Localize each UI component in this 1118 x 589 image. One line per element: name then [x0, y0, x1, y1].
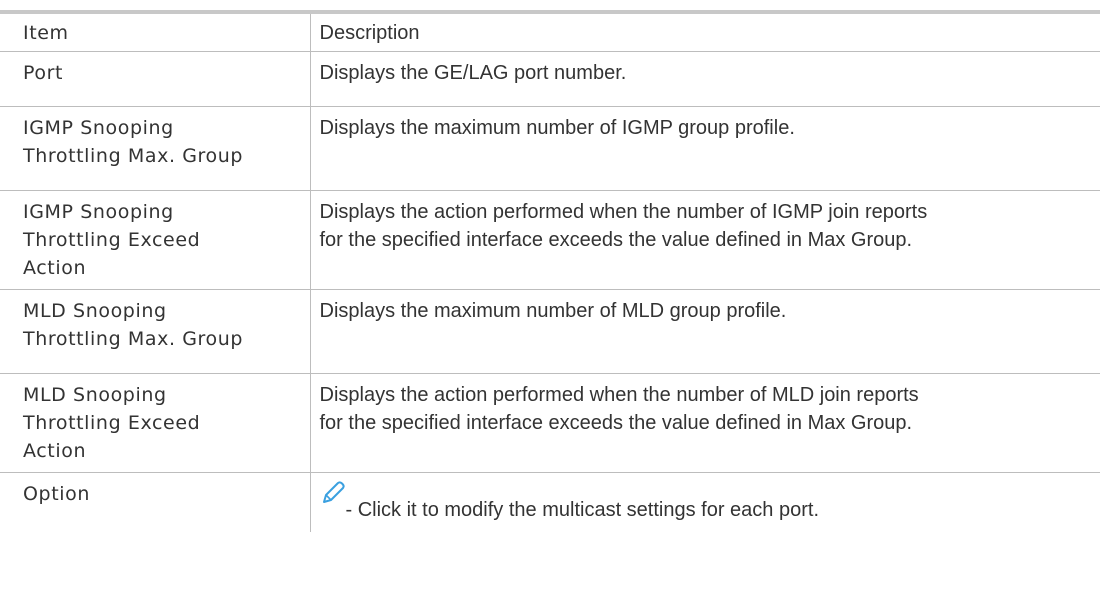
item-line: IGMP Snooping	[23, 200, 174, 223]
item-line: Action	[23, 439, 87, 462]
description-line: for the specified interface exceeds the …	[319, 228, 913, 251]
item-line: Throttling Exceed	[23, 411, 201, 434]
description-cell: Displays the maximum number of IGMP grou…	[309, 106, 1100, 191]
item-cell: IGMP Snooping Throttling Exceed Action	[0, 190, 310, 290]
description-line: Displays the action performed when the n…	[319, 383, 919, 406]
item-cell: IGMP Snooping Throttling Max. Group	[0, 106, 310, 191]
item-line: Throttling Max. Group	[23, 144, 244, 167]
table-row: Port Displays the GE/LAG port number.	[0, 51, 1100, 107]
item-cell: MLD Snooping Throttling Exceed Action	[0, 373, 310, 473]
description-cell: - Click it to modify the multicast setti…	[309, 472, 1100, 532]
description-cell: Displays the action performed when the n…	[309, 373, 1100, 473]
header-description: Description	[309, 12, 1100, 52]
description-table: Item Description Port Displays the GE/LA…	[0, 10, 1100, 532]
description-cell: Displays the maximum number of MLD group…	[309, 289, 1100, 374]
pencil-icon-graphic	[322, 480, 345, 503]
item-line: IGMP Snooping	[23, 116, 174, 139]
item-line: Action	[23, 256, 87, 279]
item-line: Throttling Max. Group	[23, 327, 244, 350]
table-header-row: Item Description	[0, 12, 1100, 52]
item-cell: Option	[23, 482, 91, 505]
table-row: Option - Click it to modify the multicas…	[0, 472, 1100, 532]
description-line: for the specified interface exceeds the …	[319, 411, 913, 434]
item-line: MLD Snooping	[23, 299, 167, 322]
description-line: Displays the action performed when the n…	[319, 200, 928, 223]
item-cell: MLD Snooping Throttling Max. Group	[0, 289, 310, 374]
item-line: Throttling Exceed	[23, 228, 201, 251]
item-cell: Port	[0, 51, 310, 107]
description-cell: Displays the action performed when the n…	[309, 190, 1100, 290]
table-row: IGMP Snooping Throttling Max. Group Disp…	[0, 106, 1100, 191]
item-line: MLD Snooping	[23, 383, 167, 406]
description-cell: Displays the GE/LAG port number.	[309, 51, 1100, 107]
table-row: IGMP Snooping Throttling Exceed Action D…	[0, 190, 1100, 290]
table-row: MLD Snooping Throttling Max. Group Displ…	[0, 289, 1100, 374]
header-item: Item	[0, 12, 310, 52]
table-row: MLD Snooping Throttling Exceed Action Di…	[0, 373, 1100, 473]
pencil-icon[interactable]	[320, 480, 346, 506]
option-description: - Click it to modify the multicast setti…	[345, 498, 820, 521]
